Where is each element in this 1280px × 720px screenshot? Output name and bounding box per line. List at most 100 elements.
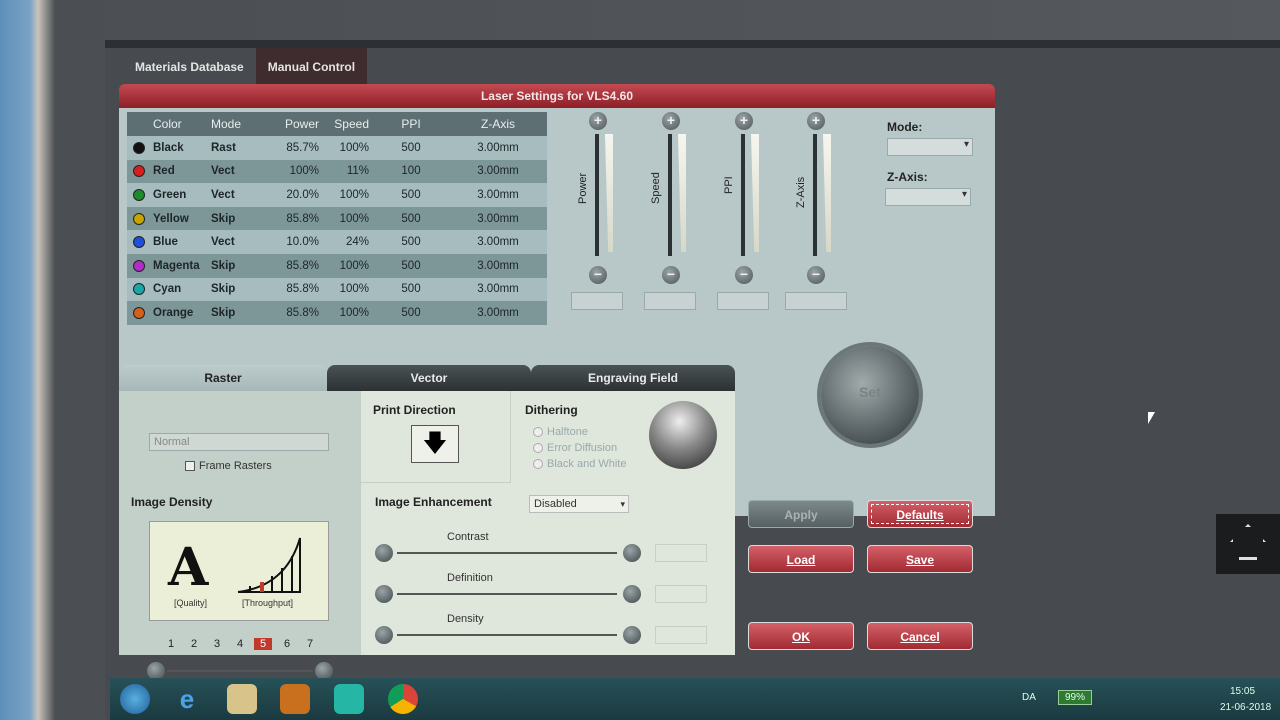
- ppi-track[interactable]: [741, 134, 745, 256]
- chrome-icon[interactable]: [388, 684, 418, 714]
- ppi-value-field[interactable]: [717, 292, 769, 310]
- table-row[interactable]: Orange Skip 85.8% 100% 500 3.00mm: [127, 301, 547, 325]
- up-arrow-icon: [1230, 524, 1266, 560]
- tab-manual-control[interactable]: Manual Control: [255, 48, 368, 86]
- speed-cell: 11%: [346, 165, 369, 178]
- power-cell: 100%: [289, 165, 319, 178]
- tab-engraving-field[interactable]: Engraving Field: [531, 365, 735, 391]
- table-row[interactable]: Blue Vect 10.0% 24% 500 3.00mm: [127, 230, 547, 254]
- bottom-tabs: Raster Vector Engraving Field: [119, 365, 735, 391]
- black-and-white-radio[interactable]: [533, 459, 543, 469]
- ppi-slider[interactable]: + PPI −: [715, 112, 775, 322]
- set-button[interactable]: Set: [821, 346, 919, 444]
- print-direction-down-icon[interactable]: 🡇: [411, 425, 459, 463]
- color-cell: Cyan: [127, 283, 211, 296]
- save-button[interactable]: Save: [867, 545, 973, 573]
- definition-max-handle[interactable]: [623, 585, 641, 603]
- image-enhancement-label: Image Enhancement: [375, 495, 492, 509]
- table-row[interactable]: Cyan Skip 85.8% 100% 500 3.00mm: [127, 277, 547, 302]
- window-title: Laser Settings for VLS4.60: [119, 84, 995, 108]
- tab-vector[interactable]: Vector: [327, 365, 531, 391]
- speed-minus-icon[interactable]: −: [662, 266, 680, 284]
- table-row[interactable]: Red Vect 100% 11% 100 3.00mm: [127, 159, 547, 184]
- density-3[interactable]: 3: [208, 638, 226, 650]
- language-indicator[interactable]: DA: [1022, 692, 1036, 703]
- density-enh-track[interactable]: [397, 634, 617, 636]
- error-diffusion-radio[interactable]: [533, 443, 543, 453]
- halftone-radio[interactable]: [533, 427, 543, 437]
- density-track[interactable]: [167, 670, 313, 672]
- z-axis-track[interactable]: [813, 134, 817, 256]
- apply-button[interactable]: Apply: [748, 500, 854, 528]
- raster-mode-select[interactable]: Normal: [149, 433, 329, 451]
- ok-button[interactable]: OK: [748, 622, 854, 650]
- z-axis-minus-icon[interactable]: −: [807, 266, 825, 284]
- taskbar: e DA 99% 15:05 21-06-2018: [110, 678, 1280, 720]
- speed-plus-icon[interactable]: +: [662, 112, 680, 130]
- z-axis-cell: 3.00mm: [477, 259, 519, 272]
- file-explorer-icon[interactable]: [227, 684, 257, 714]
- media-player-icon[interactable]: [280, 684, 310, 714]
- contrast-value-field[interactable]: [655, 544, 707, 562]
- speed-value-field[interactable]: [644, 292, 696, 310]
- power-cell: 85.8%: [286, 283, 319, 296]
- side-arrow-up-button[interactable]: [1216, 514, 1280, 574]
- mode-select[interactable]: [887, 138, 973, 156]
- z-axis-value-field[interactable]: [785, 292, 847, 310]
- density-4[interactable]: 4: [231, 638, 249, 650]
- load-button[interactable]: Load: [748, 545, 854, 573]
- color-cell: Orange: [127, 306, 211, 319]
- table-row[interactable]: Black Rast 85.7% 100% 500 3.00mm: [127, 136, 547, 160]
- power-label: Power: [577, 172, 589, 204]
- density-enh-min-handle[interactable]: [375, 626, 393, 644]
- density-2[interactable]: 2: [185, 638, 203, 650]
- header-mode: Mode: [211, 117, 242, 131]
- tab-raster[interactable]: Raster: [119, 365, 327, 391]
- cancel-button[interactable]: Cancel: [867, 622, 973, 650]
- power-value-field[interactable]: [571, 292, 623, 310]
- table-row[interactable]: Green Vect 20.0% 100% 500 3.00mm: [127, 183, 547, 207]
- enhancement-select[interactable]: Disabled ▾: [529, 495, 629, 513]
- defaults-button[interactable]: Defaults: [867, 500, 973, 528]
- definition-min-handle[interactable]: [375, 585, 393, 603]
- color-name: Black: [153, 141, 184, 154]
- speed-wedge: [678, 134, 686, 252]
- color-name: Red: [153, 165, 175, 178]
- battery-indicator[interactable]: 99%: [1058, 690, 1093, 705]
- density-7[interactable]: 7: [301, 638, 319, 650]
- power-cell: 85.8%: [286, 306, 319, 319]
- speed-cell: 100%: [339, 283, 369, 296]
- header-z-axis: Z-Axis: [481, 117, 515, 131]
- tab-materials-database[interactable]: Materials Database: [123, 48, 256, 86]
- app-icon[interactable]: [334, 684, 364, 714]
- power-minus-icon[interactable]: −: [589, 266, 607, 284]
- table-row[interactable]: Yellow Skip 85.8% 100% 500 3.00mm: [127, 206, 547, 231]
- definition-track[interactable]: [397, 593, 617, 595]
- contrast-max-handle[interactable]: [623, 544, 641, 562]
- image-density-label: Image Density: [131, 495, 213, 509]
- table-row[interactable]: Magenta Skip 85.8% 100% 500 3.00mm: [127, 253, 547, 278]
- z-axis-slider[interactable]: + Z-Axis −: [785, 112, 847, 322]
- power-track[interactable]: [595, 134, 599, 256]
- ppi-minus-icon[interactable]: −: [735, 266, 753, 284]
- screen: Materials Database Manual Control Laser …: [105, 40, 1280, 720]
- speed-slider[interactable]: + Speed −: [642, 112, 702, 322]
- power-slider[interactable]: + Power −: [569, 112, 629, 322]
- z-axis-plus-icon[interactable]: +: [807, 112, 825, 130]
- density-5[interactable]: 5: [254, 638, 272, 650]
- density-6[interactable]: 6: [278, 638, 296, 650]
- z-axis-select[interactable]: [885, 188, 971, 206]
- internet-explorer-icon[interactable]: e: [172, 684, 202, 714]
- density-1[interactable]: 1: [162, 638, 180, 650]
- contrast-min-handle[interactable]: [375, 544, 393, 562]
- definition-value-field[interactable]: [655, 585, 707, 603]
- density-enh-max-handle[interactable]: [623, 626, 641, 644]
- power-plus-icon[interactable]: +: [589, 112, 607, 130]
- ppi-plus-icon[interactable]: +: [735, 112, 753, 130]
- z-axis-wedge: [823, 134, 831, 252]
- contrast-track[interactable]: [397, 552, 617, 554]
- frame-rasters-checkbox[interactable]: [185, 461, 195, 471]
- speed-track[interactable]: [668, 134, 672, 256]
- density-enh-value-field[interactable]: [655, 626, 707, 644]
- start-icon[interactable]: [120, 684, 150, 714]
